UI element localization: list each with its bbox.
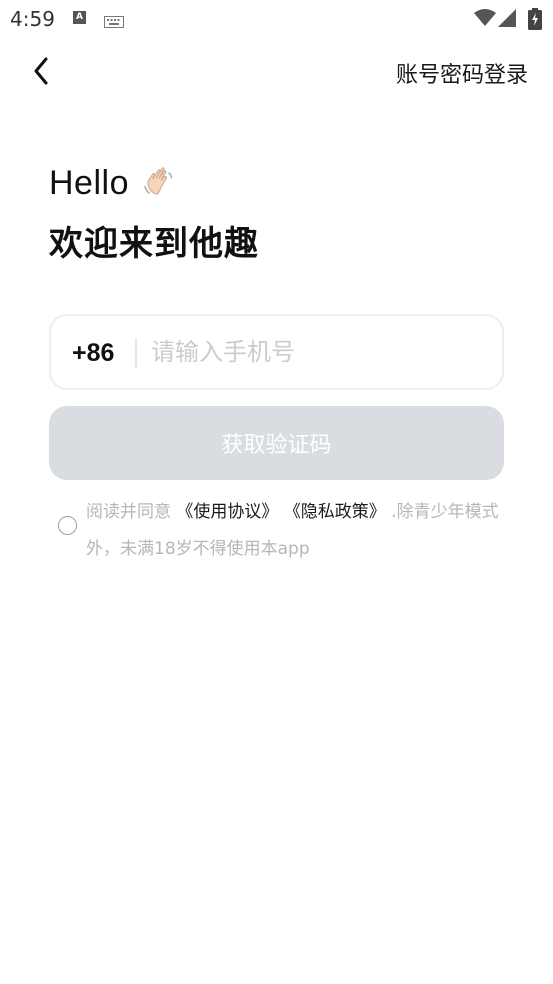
chevron-left-icon bbox=[34, 57, 48, 85]
terms-of-use-link[interactable]: 《使用协议》 bbox=[176, 502, 278, 522]
back-button[interactable] bbox=[26, 55, 56, 87]
wifi-icon bbox=[474, 9, 496, 31]
agreement-checkbox[interactable] bbox=[58, 516, 77, 535]
phone-input[interactable] bbox=[151, 330, 481, 374]
welcome-title: 欢迎来到他趣 bbox=[49, 224, 259, 264]
privacy-policy-link[interactable]: 《隐私政策》 bbox=[284, 502, 386, 522]
agreement-prefix: 阅读并同意 bbox=[86, 502, 171, 522]
get-verification-code-button[interactable]: 获取验证码 bbox=[49, 406, 504, 480]
hello-title: Hello bbox=[49, 164, 129, 202]
divider bbox=[135, 338, 137, 368]
status-time: 4:59 bbox=[10, 7, 55, 31]
country-code[interactable]: +86 bbox=[72, 339, 114, 368]
agreement-text: 阅读并同意 《使用协议》 《隐私政策》 .除青少年模式外，未满18岁不得使用本a… bbox=[86, 494, 506, 568]
battery-icon bbox=[528, 8, 542, 34]
account-password-login-link[interactable]: 账号密码登录 bbox=[396, 57, 528, 89]
greeting-line: Hello bbox=[49, 164, 179, 203]
signal-icon bbox=[498, 9, 518, 31]
login-screen: 4:59 A 账号密码登录 Hello 欢迎来到他趣 +86 请输入手机号 获取… bbox=[0, 0, 553, 984]
waving-hand-icon bbox=[144, 166, 173, 195]
notification-a-icon: A bbox=[73, 11, 86, 24]
status-bar: 4:59 A bbox=[0, 0, 553, 36]
keyboard-icon bbox=[104, 13, 124, 32]
phone-field: +86 bbox=[49, 314, 504, 390]
